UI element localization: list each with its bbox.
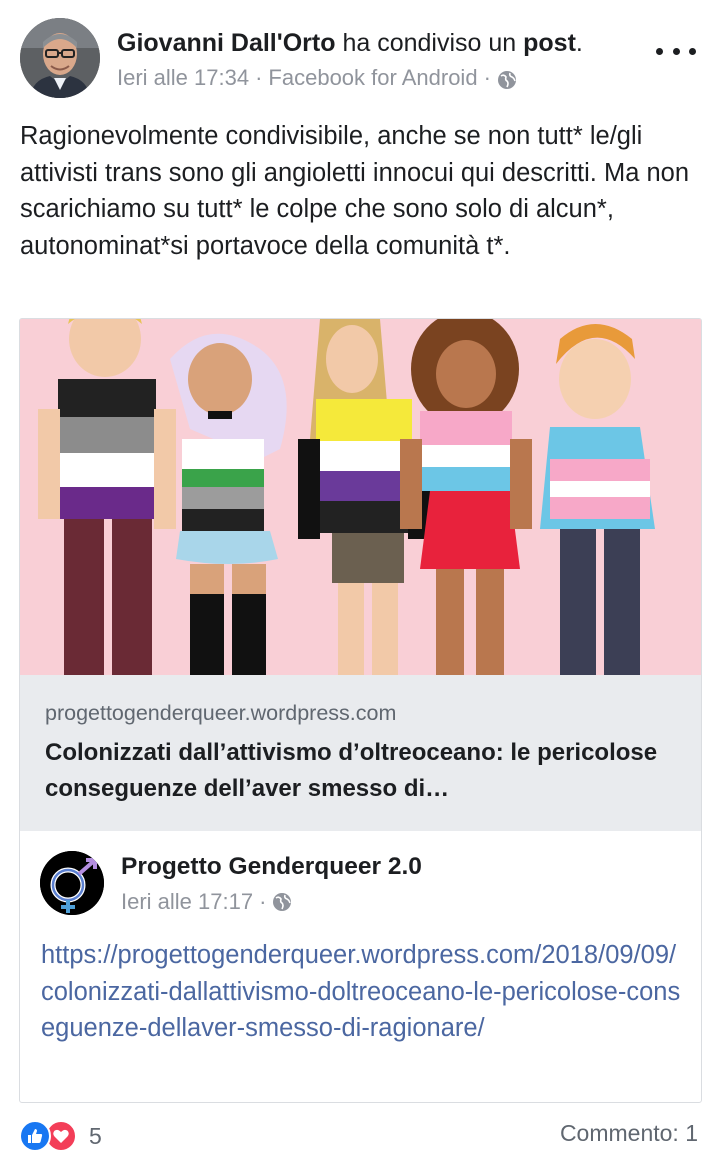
meta-separator: · <box>259 889 267 914</box>
meta-separator: · <box>483 65 491 90</box>
link-preview-image[interactable] <box>20 319 701 675</box>
original-post: Progetto Genderqueer 2.0 Ieri alle 17:17… <box>20 831 701 1102</box>
page-name[interactable]: Progetto Genderqueer 2.0 <box>121 853 422 881</box>
more-options-icon <box>689 47 696 55</box>
author-avatar[interactable] <box>20 18 100 98</box>
post-timestamp[interactable]: Ieri alle 17:34 <box>117 63 249 93</box>
shared-post-link[interactable]: post <box>523 29 576 57</box>
link-preview[interactable]: progettogenderqueer.wordpress.com Coloni… <box>20 675 701 831</box>
shared-post-meta: Ieri alle 17:17 · <box>121 889 292 915</box>
link-domain: progettogenderqueer.wordpress.com <box>45 701 397 725</box>
action-suffix: . <box>575 29 583 57</box>
link-title[interactable]: Colonizzati dall’attivismo d’oltreoceano… <box>45 735 675 807</box>
illustration-five-people-holding-hands <box>20 319 701 675</box>
more-options-icon <box>672 47 680 55</box>
page-avatar[interactable] <box>40 851 104 915</box>
post-footer: 5 Commento: 1 <box>0 1110 720 1152</box>
shared-post-card[interactable]: progettogenderqueer.wordpress.com Coloni… <box>19 318 702 1103</box>
post-header: Giovanni Dall'Orto ha condiviso un post.… <box>0 0 720 110</box>
comments-count-link[interactable]: Commento: 1 <box>560 1120 698 1147</box>
post-meta: Ieri alle 17:34 · Facebook for Android · <box>117 63 517 93</box>
globe-icon <box>272 892 292 912</box>
post-source: Facebook for Android <box>268 65 478 90</box>
reactions-summary[interactable]: 5 <box>19 1120 102 1152</box>
share-action-text: ha condiviso un <box>342 29 517 57</box>
post-body-text: Ragionevolmente condivisibile, anche se … <box>20 122 690 260</box>
globe-icon <box>497 68 517 89</box>
more-options-button[interactable] <box>656 40 696 62</box>
author-name[interactable]: Giovanni Dall'Orto <box>117 29 335 57</box>
more-options-icon <box>656 47 663 55</box>
author-photo <box>20 18 100 98</box>
shared-url-link[interactable]: https://progettogenderqueer.wordpress.co… <box>41 937 686 1047</box>
like-reaction-icon <box>19 1120 51 1152</box>
author-line: Giovanni Dall'Orto ha condiviso un post. <box>117 26 583 60</box>
genderqueer-symbol-icon <box>40 851 104 915</box>
reaction-count: 5 <box>89 1122 102 1149</box>
meta-separator: · <box>255 65 263 90</box>
shared-post-timestamp[interactable]: Ieri alle 17:17 <box>121 889 253 915</box>
